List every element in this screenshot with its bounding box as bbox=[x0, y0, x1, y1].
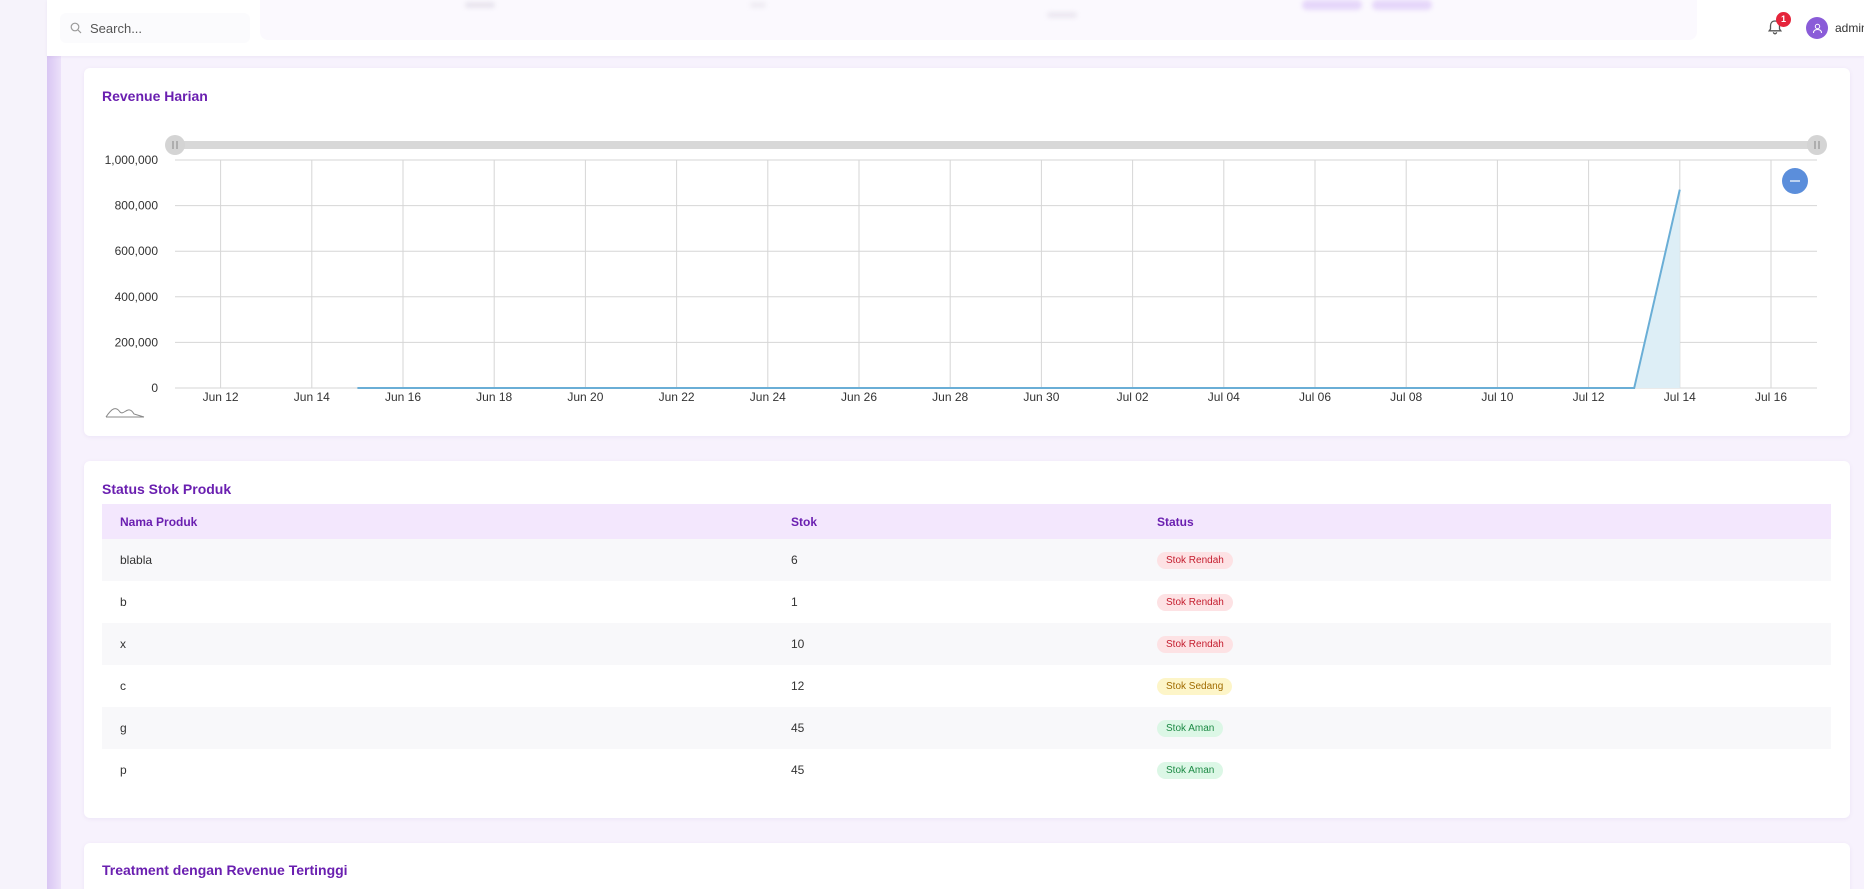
status-badge: Stok Sedang bbox=[1157, 677, 1233, 695]
column-header-stock: Stok bbox=[773, 504, 1139, 539]
product-name-cell: blabla bbox=[102, 539, 773, 581]
product-name-cell: b bbox=[120, 595, 127, 609]
chart-grid bbox=[175, 159, 1817, 389]
x-tick-label: Jul 10 bbox=[1481, 390, 1513, 404]
x-tick-label: Jul 16 bbox=[1755, 390, 1787, 404]
status-cell: Stok Rendah bbox=[1139, 539, 1831, 581]
x-tick-label: Jul 04 bbox=[1208, 390, 1240, 404]
x-tick-label: Jun 16 bbox=[385, 390, 421, 404]
y-tick-label: 200,000 bbox=[115, 335, 159, 349]
username[interactable]: admin bbox=[1835, 21, 1864, 35]
column-header-status: Status bbox=[1139, 504, 1831, 539]
status-badge: Stok Rendah bbox=[1157, 635, 1233, 653]
product-name-cell: x bbox=[102, 623, 773, 665]
zoom-reset-button[interactable] bbox=[1782, 168, 1808, 194]
range-handle-left[interactable] bbox=[165, 135, 185, 155]
status-badge: Stok Rendah bbox=[1157, 593, 1233, 611]
x-tick-label: Jul 06 bbox=[1299, 390, 1331, 404]
top-treatment-card: Treatment dengan Revenue Tertinggi bbox=[84, 843, 1850, 889]
y-axis: 0 200,000 400,000 600,000 800,000 1,000,000 bbox=[105, 153, 159, 395]
stock-table: Nama Produk Stok Status blabla 6 Stok Re… bbox=[102, 504, 1831, 791]
y-tick-label: 600,000 bbox=[115, 244, 159, 258]
search-input[interactable] bbox=[90, 20, 240, 36]
table-row: blabla 6 Stok Rendah bbox=[102, 539, 1831, 581]
x-tick-label: Jun 28 bbox=[932, 390, 968, 404]
card-title: Status Stok Produk bbox=[102, 481, 232, 497]
status-cell: Stok Aman bbox=[1139, 749, 1831, 791]
x-tick-label: Jun 26 bbox=[841, 390, 877, 404]
table-header-row: Nama Produk Stok Status bbox=[102, 504, 1831, 539]
x-axis: Jun 12 Jun 14 Jun 16 Jun 18 Jun 20 Jun 22 Jun … bbox=[203, 390, 1788, 404]
product-name-cell: p bbox=[120, 763, 127, 777]
stock-cell: 45 bbox=[791, 763, 805, 777]
mini-sparkline-icon bbox=[105, 408, 145, 418]
stock-cell: 10 bbox=[773, 623, 1139, 665]
avatar[interactable] bbox=[1806, 17, 1828, 39]
table-row: x 10 Stok Rendah bbox=[102, 623, 1831, 665]
product-name-cell: c bbox=[120, 679, 126, 693]
status-cell: Stok Rendah bbox=[1139, 581, 1831, 623]
faded-summary-card bbox=[260, 0, 1016, 40]
x-tick-label: Jun 12 bbox=[203, 390, 239, 404]
range-slider-track[interactable] bbox=[174, 141, 1818, 149]
top-header bbox=[47, 0, 1864, 56]
table-row: b 1 Stok Rendah bbox=[102, 581, 1831, 623]
y-tick-label: 0 bbox=[151, 381, 158, 395]
table-row: p 45 Stok Aman bbox=[102, 749, 1831, 791]
series-area bbox=[357, 189, 1680, 388]
user-icon bbox=[1812, 23, 1822, 33]
column-header-product-name: Nama Produk bbox=[102, 504, 773, 539]
sidebar bbox=[0, 0, 47, 889]
stock-cell: 1 bbox=[791, 595, 798, 609]
search-bar[interactable] bbox=[60, 13, 250, 43]
stock-cell: 6 bbox=[773, 539, 1139, 581]
x-tick-label: Jun 22 bbox=[659, 390, 695, 404]
x-tick-label: Jun 30 bbox=[1023, 390, 1059, 404]
revenue-chart: 0 200,000 400,000 600,000 800,000 1,000,000 J… bbox=[105, 135, 1827, 418]
x-tick-label: Jul 12 bbox=[1573, 390, 1605, 404]
status-badge: Stok Rendah bbox=[1157, 551, 1233, 569]
status-cell: Stok Aman bbox=[1139, 707, 1831, 749]
table-row: c 12 Stok Sedang bbox=[102, 665, 1831, 707]
faded-summary-card bbox=[977, 0, 1697, 40]
range-slider[interactable] bbox=[165, 135, 1827, 155]
notification-badge: 1 bbox=[1776, 12, 1791, 27]
status-badge: Stok Aman bbox=[1157, 719, 1224, 737]
x-tick-label: Jun 14 bbox=[294, 390, 330, 404]
stock-cell: 45 bbox=[773, 707, 1139, 749]
stock-status-card: Status Stok Produk Nama Produk Stok Stat… bbox=[84, 461, 1850, 818]
y-tick-label: 800,000 bbox=[115, 199, 159, 213]
y-tick-label: 400,000 bbox=[115, 290, 159, 304]
y-tick-label: 1,000,000 bbox=[105, 153, 159, 167]
range-handle-right[interactable] bbox=[1807, 135, 1827, 155]
status-badge: Stok Aman bbox=[1157, 761, 1224, 779]
x-tick-label: Jun 18 bbox=[476, 390, 512, 404]
x-tick-label: Jun 20 bbox=[567, 390, 603, 404]
x-tick-label: Jul 14 bbox=[1664, 390, 1696, 404]
product-name-cell: g bbox=[102, 707, 773, 749]
x-tick-label: Jul 02 bbox=[1117, 390, 1149, 404]
series-line bbox=[357, 189, 1681, 389]
sidebar-accent-bar bbox=[47, 0, 61, 889]
table-row: g 45 Stok Aman bbox=[102, 707, 1831, 749]
x-tick-label: Jun 24 bbox=[750, 390, 786, 404]
search-icon bbox=[70, 22, 82, 34]
x-tick-label: Jul 08 bbox=[1390, 390, 1422, 404]
stock-cell: 12 bbox=[791, 679, 805, 693]
status-cell: Stok Sedang bbox=[1139, 665, 1831, 707]
status-cell: Stok Rendah bbox=[1139, 623, 1831, 665]
chart-series bbox=[357, 189, 1681, 389]
card-title: Treatment dengan Revenue Tertinggi bbox=[102, 862, 348, 878]
revenue-card: Revenue Harian 0 200,000 400,000 600,000 800… bbox=[84, 68, 1850, 436]
